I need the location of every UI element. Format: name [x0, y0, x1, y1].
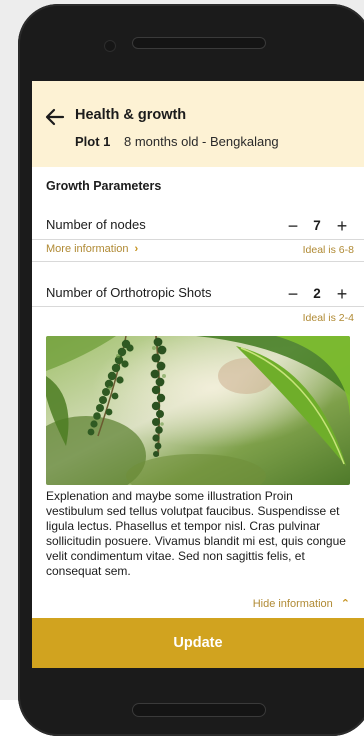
divider	[32, 306, 364, 307]
home-indicator	[132, 703, 266, 717]
section-title: Growth Parameters	[46, 179, 162, 193]
chevron-up-icon: ⌃	[340, 598, 350, 610]
ideal-range-nodes: Ideal is 6-8	[302, 244, 354, 256]
page-title: Health & growth	[75, 107, 187, 123]
chevron-right-icon: ›	[134, 243, 139, 255]
pepper-plant-photo	[46, 336, 350, 485]
more-information-link[interactable]: More information ›	[46, 243, 138, 255]
param-label-nodes: Number of nodes	[46, 217, 146, 232]
update-button[interactable]: Update	[32, 618, 364, 668]
ideal-range-orthotropic-shots: Ideal is 2-4	[302, 312, 354, 324]
param-value-nodes: 7	[313, 218, 321, 233]
param-label-orthotropic-shots: Number of Orthotropic Shots	[46, 285, 212, 300]
hide-information-link[interactable]: Hide information ⌃	[253, 597, 350, 610]
plus-icon[interactable]: +	[334, 217, 350, 235]
camera-icon	[104, 40, 116, 52]
minus-icon[interactable]: −	[285, 285, 301, 303]
speaker-grille	[132, 37, 266, 49]
header: Health & growth Plot 1 8 months old - Be…	[32, 81, 364, 167]
plot-info: 8 months old - Bengkalang	[124, 134, 279, 149]
plot-name: Plot 1	[75, 134, 111, 149]
app-screen: Health & growth Plot 1 8 months old - Be…	[32, 81, 364, 668]
divider	[32, 239, 364, 240]
more-information-label: More information	[46, 243, 129, 255]
explanation-text: Explenation and maybe some illustration …	[46, 489, 346, 578]
param-value-orthotropic-shots: 2	[313, 286, 321, 301]
divider	[32, 261, 364, 262]
hide-information-label: Hide information	[252, 598, 333, 610]
minus-icon[interactable]: −	[285, 217, 301, 235]
arrow-left-icon[interactable]	[44, 106, 66, 128]
plus-icon[interactable]: +	[334, 285, 350, 303]
